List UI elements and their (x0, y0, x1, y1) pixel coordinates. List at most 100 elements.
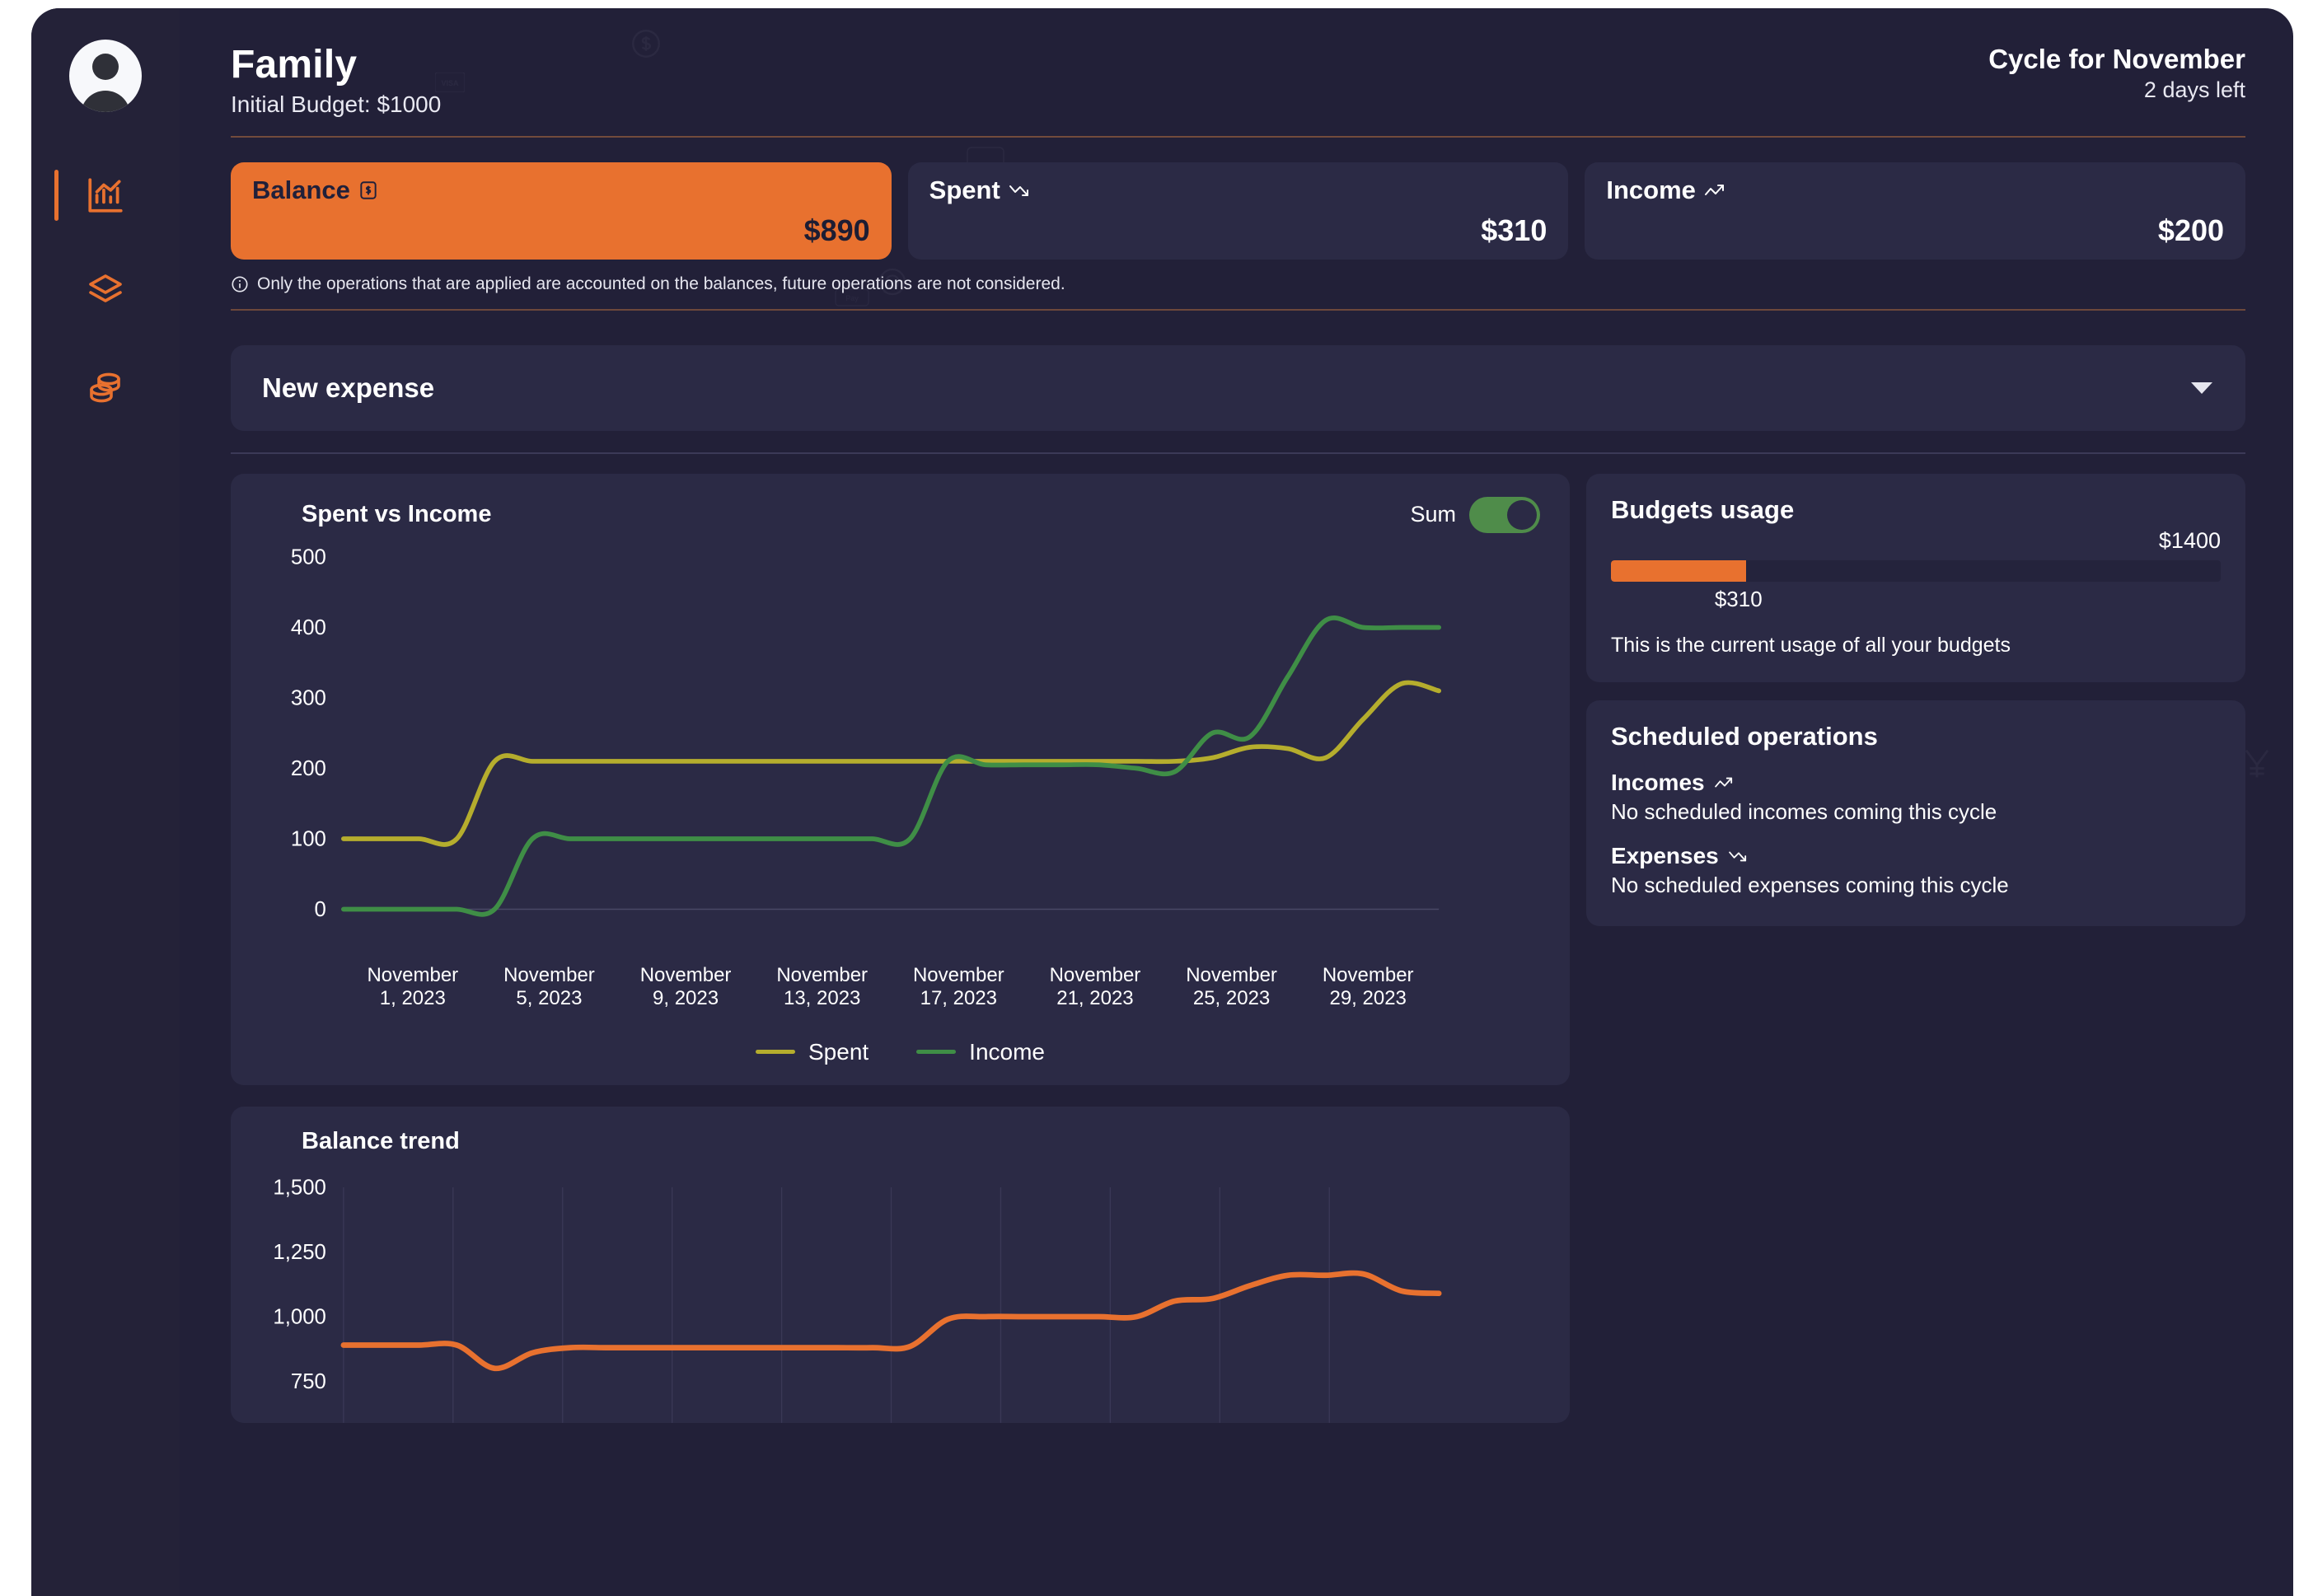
svg-text:500: 500 (291, 545, 326, 569)
balance-trend-title: Balance trend (302, 1127, 460, 1154)
app-window: VISA Pay Family Initial Budget: $1000 Cy… (31, 8, 2293, 1596)
layers-icon (89, 274, 122, 302)
scheduled-operations-panel: Scheduled operations Incomes No schedule… (1586, 700, 2245, 926)
x-axis-tick-label: November 29, 2023 (1322, 964, 1414, 1010)
spent-card-value: $310 (1481, 213, 1547, 247)
balance-card-label-text: Balance (252, 175, 350, 204)
balance-note-text: Only the operations that are applied are… (257, 274, 1065, 293)
budgets-usage-description: This is the current usage of all your bu… (1611, 633, 2011, 657)
chevron-down-icon[interactable] (2191, 381, 2212, 394)
user-avatar-icon (81, 54, 130, 112)
new-expense-label: New expense (262, 372, 435, 403)
spent-card-label-text: Spent (929, 175, 1000, 204)
spent-vs-income-header: Spent vs Income Sum (255, 496, 1545, 533)
budgets-usage-title: Budgets usage (1611, 494, 1795, 524)
svg-text:200: 200 (291, 757, 326, 780)
balance-trend-panel: Balance trend 750 1,000 1,250 1,500 (231, 1106, 1570, 1423)
sidebar-item-layers[interactable] (31, 260, 180, 321)
budgets-total-value: $1400 (2158, 527, 2221, 553)
legend-swatch (756, 1050, 795, 1055)
charts-column: Spent vs Income Sum 0 100 200 300 400 500 Nov… (231, 473, 1570, 1423)
x-axis-tick-label: November 25, 2023 (1186, 964, 1277, 1010)
sum-toggle-label: Sum (1410, 502, 1456, 527)
scheduled-incomes-body: No scheduled incomes coming this cycle (1611, 798, 1997, 824)
dashboard-grid: Spent vs Income Sum 0 100 200 300 400 500 Nov… (231, 473, 2245, 1423)
spent-card[interactable]: Spent $310 (907, 161, 1569, 260)
page-header: Family Initial Budget: $1000 Cycle for N… (231, 44, 2245, 118)
scheduled-incomes-label: Incomes (1611, 769, 1705, 795)
x-axis-tick-label: November 13, 2023 (776, 964, 869, 1010)
main-content: VISA Pay Family Initial Budget: $1000 Cy… (180, 8, 2293, 1596)
header-right: Cycle for November 2 days left (1988, 44, 2245, 103)
x-axis-tick-label: November 9, 2023 (639, 964, 732, 1010)
x-axis-tick-label: November 17, 2023 (912, 964, 1004, 1010)
legend-swatch (916, 1050, 957, 1055)
budgets-progress-fill (1611, 559, 1746, 582)
balance-trend-svg: 750 1,000 1,250 1,500 (273, 1176, 1442, 1423)
sidebar-item-analytics[interactable] (31, 165, 180, 226)
toggle-knob (1507, 499, 1537, 530)
trend-up-icon (1703, 181, 1728, 199)
coins-icon (90, 372, 120, 403)
budgets-used-value: $310 (1714, 586, 1763, 611)
spent-card-label: Spent (929, 176, 1547, 205)
spent-vs-income-svg: 0 100 200 300 400 500 (291, 545, 1442, 921)
trend-down-icon (1008, 181, 1032, 199)
header-left: Family Initial Budget: $1000 (231, 44, 441, 118)
trend-up-icon (1713, 775, 1736, 791)
svg-text:1,250: 1,250 (273, 1241, 325, 1264)
spent-vs-income-xaxis: November 1, 2023 November 5, 2023 November 9,… (344, 964, 1436, 1011)
spent-vs-income-plot: 0 100 200 300 400 500 (255, 540, 1545, 964)
side-panels-column: Budgets usage $1400 $310 This is the cur… (1586, 473, 2245, 926)
legend-item-spent: Spent (756, 1039, 869, 1065)
svg-text:1,500: 1,500 (273, 1176, 325, 1199)
balance-trend-plot: 750 1,000 1,250 1,500 (255, 1163, 1545, 1423)
header-divider (231, 135, 2245, 138)
cycle-days-left: 2 days left (2143, 77, 2245, 102)
income-card[interactable]: Income $200 (1585, 161, 2246, 260)
balance-card[interactable]: Balance $890 (231, 161, 892, 260)
legend-item-income: Income (916, 1039, 1045, 1065)
chart-title: Spent vs Income (302, 501, 492, 528)
dollar-box-icon (358, 180, 379, 201)
spent-vs-income-panel: Spent vs Income Sum 0 100 200 300 400 500 Nov… (231, 473, 1570, 1085)
page-title: Family (231, 43, 358, 87)
cycle-title: Cycle for November (1988, 44, 2245, 74)
income-card-label-text: Income (1606, 175, 1696, 204)
scheduled-expenses-label: Expenses (1611, 842, 1719, 868)
chart-legend: Spent Income (255, 1039, 1545, 1065)
legend-label: Spent (808, 1038, 869, 1065)
svg-text:750: 750 (291, 1370, 326, 1393)
budgets-usage-panel: Budgets usage $1400 $310 This is the cur… (1586, 473, 2245, 682)
scheduled-operations-title: Scheduled operations (1611, 721, 1878, 751)
income-card-value: $200 (2157, 213, 2225, 247)
sum-toggle[interactable] (1469, 496, 1540, 533)
svg-text:1,000: 1,000 (273, 1305, 325, 1328)
sidebar (31, 8, 180, 1596)
scheduled-expenses-group: Expenses No scheduled expenses coming th… (1611, 843, 2221, 898)
sum-toggle-wrap: Sum (1410, 496, 1540, 533)
x-axis-tick-label: November 5, 2023 (503, 964, 595, 1010)
sidebar-item-coins[interactable] (31, 356, 180, 417)
new-expense-selector[interactable]: New expense (231, 344, 2245, 431)
balance-note: Only the operations that are applied are… (231, 274, 2245, 294)
scheduled-expenses-body: No scheduled expenses coming this cycle (1611, 872, 2009, 897)
trend-down-icon (1727, 848, 1750, 864)
note-divider (231, 308, 2245, 311)
legend-label: Income (969, 1038, 1045, 1065)
svg-text:400: 400 (291, 616, 326, 639)
avatar[interactable] (69, 40, 142, 112)
scheduled-expenses-header: Expenses (1611, 843, 2221, 869)
info-icon (231, 275, 249, 293)
scheduled-incomes-group: Incomes No scheduled incomes coming this… (1611, 770, 2221, 825)
x-axis-tick-label: November 1, 2023 (367, 964, 459, 1010)
scheduled-incomes-header: Incomes (1611, 770, 2221, 796)
svg-text:0: 0 (315, 898, 326, 921)
bar-chart-icon (88, 178, 123, 213)
section-divider (231, 452, 2245, 454)
budgets-progress-track (1611, 559, 2221, 582)
active-indicator (54, 170, 59, 221)
balance-card-label: Balance (252, 176, 870, 205)
x-axis-tick-label: November 21, 2023 (1049, 964, 1141, 1010)
sidebar-nav (31, 165, 180, 417)
